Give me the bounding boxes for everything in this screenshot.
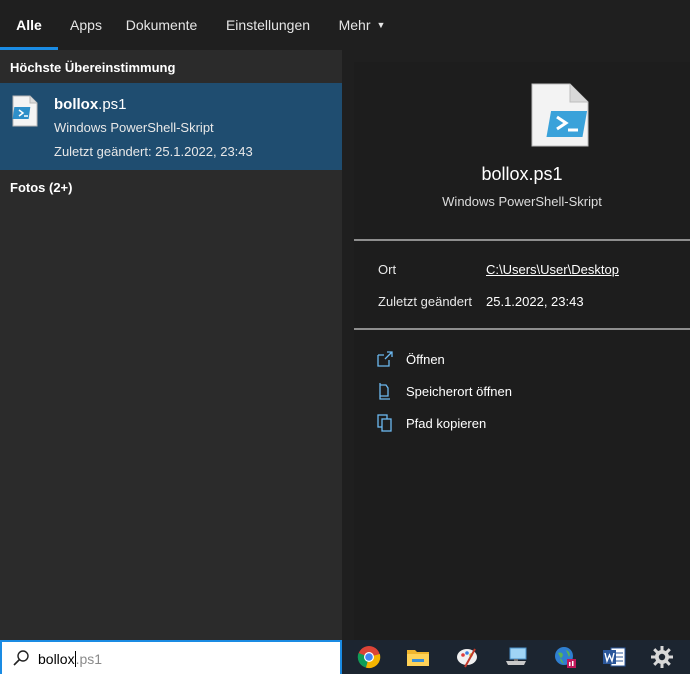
open-file-location-action[interactable]: Speicherort öffnen	[376, 380, 512, 402]
file-explorer-icon[interactable]	[406, 645, 430, 669]
chrome-icon[interactable]	[357, 645, 381, 669]
powershell-file-icon	[531, 83, 589, 147]
powershell-file-icon	[12, 95, 38, 127]
divider	[354, 328, 690, 330]
search-box[interactable]: bollox.ps1	[0, 640, 342, 674]
search-icon	[13, 650, 29, 666]
tab-more-label: Mehr	[338, 17, 371, 33]
globe-app-icon[interactable]	[553, 645, 577, 669]
details-pane: bollox.ps1 Windows PowerShell-Skript Ort…	[354, 62, 690, 640]
open-action[interactable]: Öffnen	[376, 348, 445, 370]
results-pane: Höchste Übereinstimmung bollox.ps1 Windo…	[0, 50, 342, 640]
search-typed-text: bollox	[38, 651, 75, 667]
detail-file-name: bollox.ps1	[481, 164, 563, 184]
open-icon	[377, 351, 393, 367]
settings-icon[interactable]	[650, 645, 674, 669]
best-match-name-rest: .ps1	[98, 96, 127, 113]
tab-apps[interactable]: Apps	[58, 0, 114, 50]
search-input[interactable]: bollox.ps1	[38, 651, 102, 667]
tab-all[interactable]: Alle	[0, 0, 58, 50]
best-match-name: bollox.ps1	[54, 96, 127, 113]
best-match-header: Höchste Übereinstimmung	[10, 60, 176, 75]
copy-path-icon	[377, 414, 392, 432]
tab-all-label: Alle	[16, 17, 42, 33]
best-match-result[interactable]: bollox.ps1 Windows PowerShell-Skript Zul…	[0, 83, 342, 170]
copy-path-label: Pfad kopieren	[406, 415, 487, 431]
location-label: Ort	[378, 262, 397, 277]
open-action-label: Öffnen	[406, 351, 445, 367]
divider	[354, 239, 690, 241]
tab-more[interactable]: Mehr ▼	[327, 0, 397, 50]
copy-path-action[interactable]: Pfad kopieren	[376, 412, 486, 434]
tab-settings-label: Einstellungen	[225, 17, 311, 33]
modified-value: 25.1.2022, 23:43	[486, 294, 584, 309]
location-link[interactable]: C:\Users\User\Desktop	[486, 262, 619, 277]
photos-header[interactable]: Fotos (2+)	[10, 180, 72, 195]
word-icon[interactable]	[602, 645, 626, 669]
best-match-name-bold: bollox	[54, 96, 99, 113]
modified-label: Zuletzt geändert	[378, 294, 472, 309]
chevron-down-icon: ▼	[376, 20, 386, 30]
best-match-modified: Zuletzt geändert: 25.1.2022, 23:43	[54, 144, 253, 159]
open-file-location-label: Speicherort öffnen	[406, 383, 512, 399]
tab-documents-label: Dokumente	[125, 17, 198, 33]
tab-documents[interactable]: Dokumente	[114, 0, 209, 50]
file-location-icon	[379, 383, 390, 400]
tab-settings[interactable]: Einstellungen	[209, 0, 327, 50]
paint-icon[interactable]	[455, 645, 479, 669]
taskbar	[342, 640, 690, 674]
network-computer-icon[interactable]	[504, 645, 528, 669]
best-match-type: Windows PowerShell-Skript	[54, 120, 214, 135]
search-suggestion: .ps1	[75, 651, 103, 667]
detail-file-type: Windows PowerShell-Skript	[442, 194, 602, 209]
tab-apps-label: Apps	[70, 17, 102, 33]
filter-tab-bar: Alle Apps Dokumente Einstellungen Mehr ▼	[0, 0, 690, 50]
